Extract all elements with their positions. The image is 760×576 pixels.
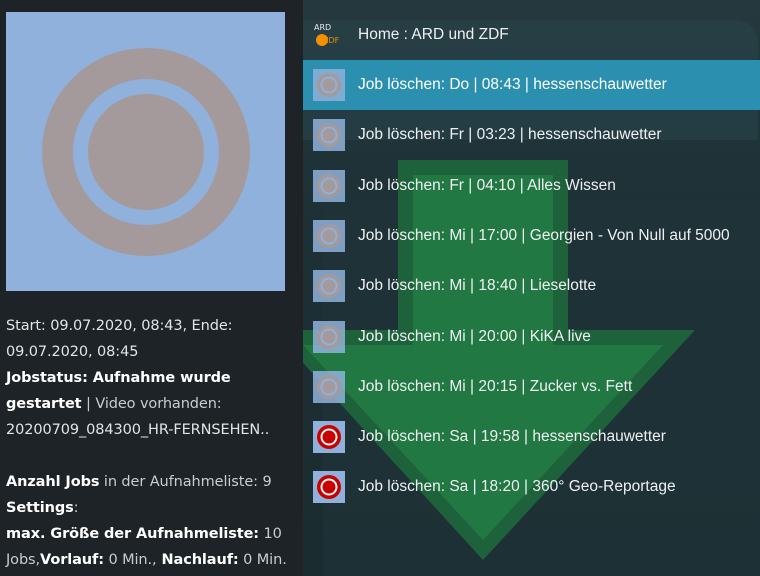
job-label: Job löschen: Mi | 20:00 | KiKA live (358, 327, 591, 345)
job-label: Job löschen: Mi | 17:00 | Georgien - Von… (358, 226, 730, 244)
job-label: Job löschen: Sa | 19:58 | hessenschauwet… (358, 428, 666, 446)
job-list-item[interactable]: Job löschen: Sa | 18:20 | 360° Geo-Repor… (303, 462, 760, 512)
job-list-item[interactable]: Job löschen: Mi | 20:00 | KiKA live (303, 312, 760, 362)
recording-details: Start: 09.07.2020, 08:43, Ende: 09.07.20… (6, 313, 296, 573)
nachlauf-value: 0 Min. (238, 552, 287, 568)
record-icon-inactive (313, 270, 345, 303)
record-icon-inactive (313, 219, 345, 252)
job-list-item[interactable]: Job löschen: Do | 08:43 | hessenschauwet… (303, 60, 760, 110)
jobstatus-line-2: gestartet | Video vorhanden: (6, 391, 296, 417)
vorlauf-line: Jobs,Vorlauf: 0 Min., Nachlauf: 0 Min. (6, 547, 296, 573)
ard-zdf-logo-icon: ARD ZDF (313, 19, 345, 51)
anzahl-label: Anzahl Jobs (6, 474, 100, 490)
anzahl-text: in der Aufnahmeliste: 9 (99, 474, 272, 490)
recording-thumbnail (6, 12, 285, 291)
settings-label: Settings (6, 500, 74, 516)
job-label: Job löschen: Sa | 18:20 | 360° Geo-Repor… (358, 478, 676, 496)
jobstatus-line: Jobstatus: Aufnahme wurde (6, 365, 296, 391)
info-panel: Start: 09.07.2020, 08:43, Ende: 09.07.20… (0, 0, 303, 576)
maxgroesse-label: max. Größe der Aufnahmeliste: (6, 526, 260, 542)
video-label: | Video vorhanden: (81, 396, 222, 412)
vorlauf-label: Vorlauf: (40, 552, 104, 568)
jobstatus-value: gestartet (6, 396, 82, 412)
home-header-row[interactable]: ARD ZDF Home : ARD und ZDF (303, 10, 760, 60)
jobs-text: Jobs, (6, 552, 41, 568)
anzahl-line: Anzahl Jobs in der Aufnahmeliste: 9 (6, 469, 296, 495)
jobstatus-label: Jobstatus: Aufnahme wurde (6, 370, 231, 386)
record-icon-inactive (313, 370, 345, 403)
record-icon-inactive (313, 69, 345, 101)
end-line: 09.07.2020, 08:45 (6, 344, 139, 360)
record-icon-inactive (313, 320, 345, 353)
job-list-panel: ARD ZDF Home : ARD und ZDF Job löschen: … (303, 0, 760, 576)
nachlauf-label: Nachlauf: (156, 552, 239, 568)
logo-text-ard: ARD (314, 23, 331, 32)
record-thumbnail-icon (6, 12, 285, 291)
job-label: Job löschen: Do | 08:43 | hessenschauwet… (358, 76, 667, 93)
settings-colon: : (73, 500, 79, 516)
home-title: Home : ARD und ZDF (358, 26, 509, 43)
video-file: 20200709_084300_HR-FERNSEHEN.. (6, 422, 270, 438)
job-label: Job löschen: Fr | 04:10 | Alles Wissen (358, 176, 616, 194)
job-list-item[interactable]: Job löschen: Fr | 04:10 | Alles Wissen (303, 161, 760, 211)
job-list-item[interactable]: Job löschen: Mi | 17:00 | Georgien - Von… (303, 211, 760, 261)
record-icon-active (313, 471, 345, 504)
job-label: Job löschen: Mi | 20:15 | Zucker vs. Fet… (358, 377, 633, 395)
maxgroesse-line: max. Größe der Aufnahmeliste: 10 (6, 521, 296, 547)
job-list-item[interactable]: Job löschen: Sa | 19:58 | hessenschauwet… (303, 412, 760, 462)
record-icon-inactive (313, 119, 345, 152)
start-line: Start: 09.07.2020, 08:43, Ende: (6, 318, 233, 334)
vorlauf-value: 0 Min., (103, 552, 157, 568)
job-list-item[interactable]: Job löschen: Mi | 18:40 | Lieselotte (303, 261, 760, 311)
job-list-item[interactable]: Job löschen: Mi | 20:15 | Zucker vs. Fet… (303, 362, 760, 412)
logo-text-zdf: ZDF (323, 36, 340, 45)
maxgroesse-value: 10 (259, 526, 282, 542)
record-icon-active (313, 421, 345, 454)
job-label: Job löschen: Mi | 18:40 | Lieselotte (358, 277, 597, 295)
job-label: Job löschen: Fr | 03:23 | hessenschauwet… (358, 126, 662, 144)
job-list-item[interactable]: Job löschen: Fr | 03:23 | hessenschauwet… (303, 110, 760, 160)
settings-line: Settings: (6, 495, 296, 521)
record-icon-inactive (313, 169, 345, 202)
